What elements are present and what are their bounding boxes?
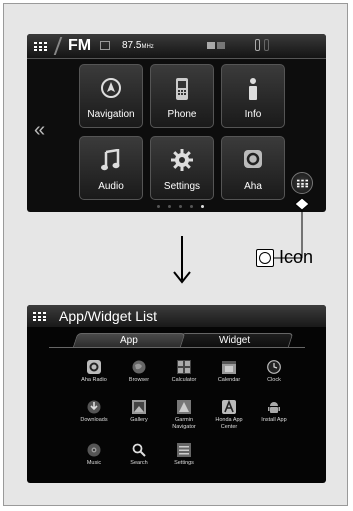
garmin-icon: [177, 400, 191, 414]
music-disc-icon: [87, 443, 101, 457]
app-music[interactable]: Music: [72, 443, 116, 467]
app-label: Clock: [267, 377, 281, 383]
gallery-icon: [132, 400, 146, 414]
app-label: Install App: [261, 417, 287, 423]
clock-icon: [267, 360, 281, 374]
app-label: Aha Radio: [81, 377, 107, 383]
settings-icon: [177, 443, 191, 457]
app-clock[interactable]: Clock: [252, 360, 296, 384]
app-label: Garmin Navigator: [172, 417, 196, 430]
apps-button-legend-icon: [256, 249, 274, 267]
app-search[interactable]: Search: [117, 443, 161, 467]
app-label: Honda App Center: [215, 417, 243, 430]
app-label: Settings: [174, 460, 194, 466]
calendar-icon: [222, 360, 236, 374]
callout-label: Icon: [279, 247, 314, 267]
app-list-header: App/Widget List: [27, 305, 326, 327]
app-label: Browser: [128, 377, 150, 383]
page-title: App/Widget List: [59, 308, 158, 324]
app-widget-list-screen: App/Widget List Widget App Aha Radio Bro…: [27, 305, 326, 483]
tab-app[interactable]: App: [72, 333, 186, 348]
app-browser[interactable]: Browser: [117, 360, 161, 384]
app-label: Calendar: [217, 377, 241, 383]
app-label: Downloads: [80, 417, 108, 423]
globe-icon: [132, 360, 146, 374]
app-calendar[interactable]: Calendar: [207, 360, 251, 384]
app-label: Calculator: [171, 377, 197, 383]
app-install-app[interactable]: Install App: [252, 400, 296, 424]
app-aha-radio[interactable]: Aha Radio: [72, 360, 116, 384]
tab-widget[interactable]: Widget: [176, 333, 294, 348]
down-arrow-icon: [173, 236, 191, 284]
download-icon: [87, 400, 101, 414]
android-icon: [267, 400, 281, 414]
app-label: Search: [130, 460, 148, 466]
app-calculator[interactable]: Calculator: [162, 360, 206, 384]
app-downloads[interactable]: Downloads: [72, 400, 116, 424]
app-gallery[interactable]: Gallery: [117, 400, 161, 424]
honda-app-center-icon: [222, 399, 236, 414]
app-garmin-navigator[interactable]: Garmin Navigator: [162, 400, 206, 431]
aha-icon: [87, 360, 101, 374]
calculator-icon: [177, 360, 191, 374]
home-grid-icon[interactable]: [33, 312, 46, 321]
app-settings[interactable]: Settings: [162, 443, 206, 467]
search-icon: [132, 443, 146, 457]
app-honda-app-center[interactable]: Honda App Center: [207, 399, 251, 431]
tab-underline: [49, 347, 305, 348]
app-label: Music: [86, 460, 102, 466]
app-label: Gallery: [130, 417, 148, 423]
